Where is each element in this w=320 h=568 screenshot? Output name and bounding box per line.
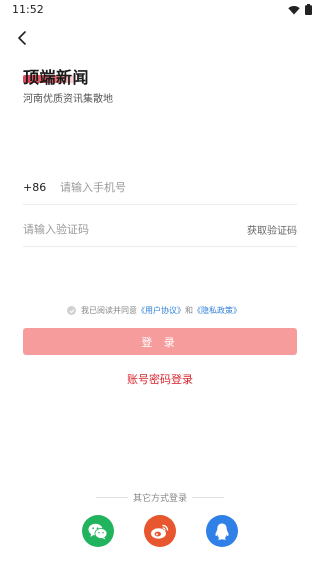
status-bar: 11:52 <box>0 0 320 20</box>
back-button[interactable] <box>12 28 32 48</box>
weibo-icon <box>151 524 169 539</box>
brand-header: 顶端新闻 <box>23 64 89 88</box>
country-code[interactable]: +86 <box>23 181 60 194</box>
password-login-link[interactable]: 账号密码登录 <box>0 371 320 387</box>
chevron-left-icon <box>18 31 26 45</box>
divider-line-right <box>192 497 225 498</box>
divider-line-left <box>96 497 128 498</box>
user-agreement-link[interactable]: 《用户协议》 <box>137 305 185 316</box>
status-time: 11:52 <box>12 3 44 16</box>
wechat-login-button[interactable] <box>82 515 114 547</box>
brand-subtitle: 河南优质资讯集散地 <box>23 94 113 105</box>
status-icons <box>288 4 312 15</box>
brand-title: 顶端新闻 <box>23 68 90 87</box>
get-code-button[interactable]: 获取验证码 <box>247 222 297 237</box>
weibo-login-button[interactable] <box>144 515 176 547</box>
other-login-divider: 其它方式登录 <box>96 491 225 504</box>
wechat-icon <box>88 523 108 539</box>
other-login-label: 其它方式登录 <box>133 494 188 504</box>
login-button[interactable]: 登 录 <box>23 328 297 355</box>
verification-code-input[interactable] <box>23 223 247 236</box>
check-icon <box>69 308 74 313</box>
wifi-icon <box>288 5 300 14</box>
agreement-prefix: 我已阅读并同意 <box>81 306 137 315</box>
agreement-and: 和 <box>185 306 193 315</box>
code-row: 获取验证码 <box>23 213 297 247</box>
agreement: 我已阅读并同意 《用户协议》 和 《隐私政策》 <box>67 305 241 316</box>
phone-row: +86 <box>23 171 297 205</box>
qq-login-button[interactable] <box>206 515 238 547</box>
privacy-policy-link[interactable]: 《隐私政策》 <box>193 305 241 316</box>
agreement-checkbox[interactable] <box>67 306 76 315</box>
qq-icon <box>215 523 229 540</box>
battery-icon <box>305 4 312 15</box>
phone-input[interactable] <box>60 181 297 194</box>
